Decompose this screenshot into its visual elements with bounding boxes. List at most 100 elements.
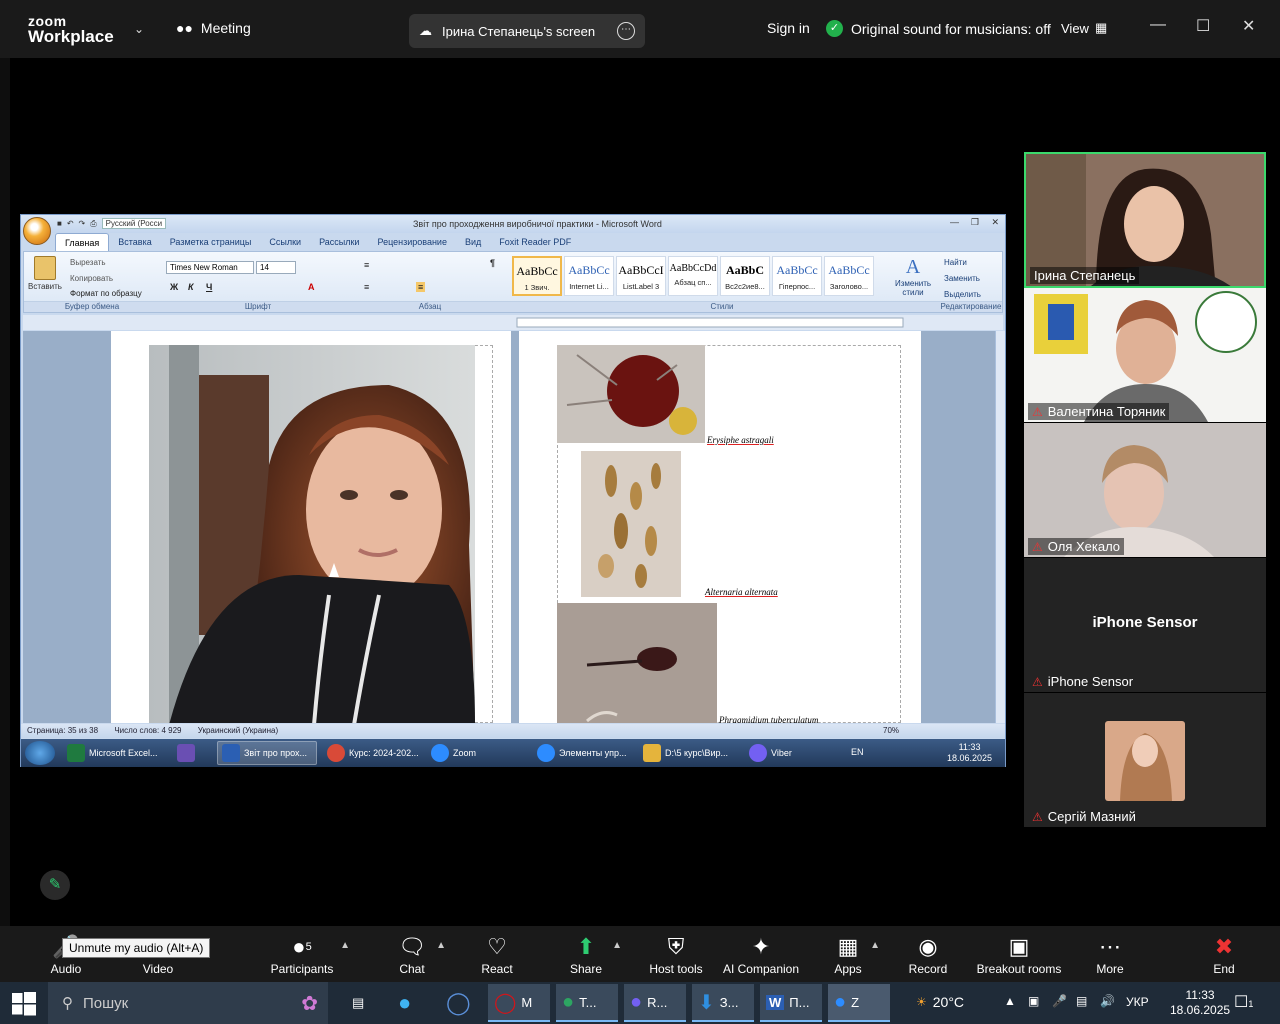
video-tile-serhiy[interactable]: ⚠ Сергій Мазний xyxy=(1024,693,1266,827)
taskbar-app-downloads[interactable]: ⬇ З... xyxy=(692,984,754,1022)
tab-page-layout[interactable]: Разметка страницы xyxy=(161,233,261,251)
word-restore-icon[interactable]: ❐ xyxy=(971,217,979,228)
microphone-icon[interactable]: 🎤 xyxy=(1052,994,1067,1008)
change-styles-button[interactable]: A Изменить стили xyxy=(890,256,936,297)
more-button[interactable]: ⋯ More xyxy=(1092,932,1128,976)
vertical-scrollbar[interactable] xyxy=(995,331,1005,723)
win7-tray-language[interactable]: EN xyxy=(851,747,864,757)
maximize-icon[interactable]: ☐ xyxy=(1196,16,1210,36)
taskbar-viber[interactable]: Viber xyxy=(745,741,841,765)
status-words[interactable]: Число слов: 4 929 xyxy=(114,726,181,735)
font-size-box[interactable]: 14 xyxy=(256,261,296,274)
tab-home[interactable]: Главная xyxy=(55,233,110,251)
browser-icon[interactable]: ◯ xyxy=(440,984,477,1022)
edge-icon[interactable]: ● xyxy=(392,984,417,1022)
caret-up-icon[interactable]: ▲ xyxy=(612,940,622,951)
video-tile-iryna[interactable]: Ірина Степанець xyxy=(1024,152,1266,288)
video-tile-valentyna[interactable]: ⚠ Валентина Торяник xyxy=(1024,288,1266,422)
underline-button[interactable]: Ч xyxy=(206,282,212,292)
taskbar-folder[interactable]: D:\5 курс\Вир... xyxy=(639,741,739,765)
video-tile-olya[interactable]: ⚠ Оля Хекало xyxy=(1024,423,1266,557)
taskbar-app-viber[interactable]: ● R... xyxy=(624,984,686,1022)
more-icon[interactable]: ⋯ xyxy=(617,22,635,40)
style-internet-link[interactable]: AaBbCc Internet Li... xyxy=(564,256,614,296)
redo-icon[interactable]: ↷ xyxy=(79,219,86,228)
word-minimize-icon[interactable]: — xyxy=(950,217,959,227)
weather-widget[interactable]: ☀ 20°C xyxy=(916,994,964,1010)
share-button[interactable]: ⬆ Share ▲ xyxy=(564,932,622,976)
breakout-rooms-button[interactable]: ▣ Breakout rooms xyxy=(974,932,1064,976)
cut-button[interactable]: Вырезать xyxy=(70,258,106,267)
paste-button[interactable]: Вставить xyxy=(28,256,62,291)
view-button[interactable]: View ▦ xyxy=(1061,20,1107,36)
font-name-box[interactable]: Times New Roman xyxy=(166,261,254,274)
tab-references[interactable]: Ссылки xyxy=(260,233,310,251)
italic-button[interactable]: К xyxy=(188,282,194,292)
taskbar-app-zoom[interactable]: ● Z xyxy=(828,984,890,1022)
tray-language[interactable]: УКР xyxy=(1126,995,1149,1009)
print-icon[interactable]: ⎙ xyxy=(90,219,96,229)
select-button[interactable]: Выделить xyxy=(944,290,981,299)
copy-button[interactable]: Копировать xyxy=(70,274,113,283)
sign-in-button[interactable]: Sign in xyxy=(767,20,810,36)
style-heading[interactable]: AaBbCc Заголово... xyxy=(824,256,874,296)
format-painter-button[interactable]: Формат по образцу xyxy=(70,289,142,298)
tab-foxit[interactable]: Foxit Reader PDF xyxy=(490,233,580,251)
taskbar-excel[interactable]: Microsoft Excel... xyxy=(63,741,167,765)
language-box[interactable]: Русский (Росси xyxy=(101,218,167,229)
style-list-paragraph[interactable]: AaBbCcDd Абзац сп... xyxy=(668,256,718,296)
taskbar-app-chrome[interactable]: ● T... xyxy=(556,984,618,1022)
apps-button[interactable]: ▦ Apps ▲ xyxy=(830,932,880,976)
meet-now-icon[interactable]: ▣ xyxy=(1028,994,1039,1008)
taskbar-zoom-controls[interactable]: Элементы упр... xyxy=(533,741,633,765)
word-close-icon[interactable]: ✕ xyxy=(991,217,999,228)
style-listlabel[interactable]: AaBbCcI ListLabel 3 xyxy=(616,256,666,296)
taskbar-zoom[interactable]: Zoom xyxy=(427,741,527,765)
caret-up-icon[interactable]: ▲ xyxy=(436,940,446,951)
minimize-icon[interactable]: — xyxy=(1150,16,1166,34)
style-hyperlink[interactable]: AaBbCc Гіперпос... xyxy=(772,256,822,296)
horizontal-ruler[interactable] xyxy=(23,315,1003,330)
taskbar-search[interactable]: ⚲ Пошук ✿ xyxy=(48,982,328,1024)
chevron-down-icon[interactable]: ⌄ xyxy=(134,22,144,36)
record-button[interactable]: ◉ Record xyxy=(906,932,950,976)
bullets-icon[interactable]: ≡ xyxy=(364,260,369,270)
tab-insert[interactable]: Вставка xyxy=(109,233,160,251)
undo-icon[interactable]: ↶ xyxy=(67,219,74,228)
taskbar-app-opera[interactable]: ◯ M xyxy=(488,984,550,1022)
host-tools-button[interactable]: ⛨ Host tools xyxy=(646,932,706,976)
align-left-icon[interactable]: ≡ xyxy=(364,282,369,292)
status-language[interactable]: Украинский (Украина) xyxy=(198,726,278,735)
chat-button[interactable]: 🗨 Chat ▲ xyxy=(392,932,446,976)
bold-button[interactable]: Ж xyxy=(170,282,178,292)
volume-icon[interactable]: 🔊 xyxy=(1100,994,1115,1008)
clock[interactable]: 11:33 18.06.2025 xyxy=(1170,988,1230,1018)
font-color-button[interactable]: A xyxy=(308,282,315,292)
tab-view[interactable]: Вид xyxy=(456,233,490,251)
task-view-icon[interactable]: ▤ xyxy=(346,984,370,1022)
status-page[interactable]: Страница: 35 из 38 xyxy=(27,726,98,735)
close-icon[interactable]: ✕ xyxy=(1242,16,1255,36)
find-button[interactable]: Найти xyxy=(944,258,967,267)
caret-up-icon[interactable]: ▲ xyxy=(870,940,880,951)
share-status-pill[interactable]: ☁ Ірина Степанець's screen ⋯ xyxy=(409,14,645,48)
annotate-pencil-icon[interactable]: ✎ xyxy=(40,870,70,900)
win7-start-icon[interactable] xyxy=(25,741,55,765)
justify-icon[interactable]: ≡ xyxy=(416,282,426,292)
taskbar-word[interactable]: Звіт про прох... xyxy=(217,741,317,765)
tray-overflow-icon[interactable]: ▲ xyxy=(1004,994,1016,1008)
network-icon[interactable]: ▤ xyxy=(1076,994,1087,1008)
react-button[interactable]: ♡ React xyxy=(476,932,518,976)
taskbar-chrome[interactable]: Курс: 2024-202... xyxy=(323,741,423,765)
style-bc2[interactable]: AaBbC Bс2с2ие8... xyxy=(720,256,770,296)
video-tile-iphone-sensor[interactable]: iPhone Sensor ⚠ iPhone Sensor xyxy=(1024,558,1266,692)
meeting-button[interactable]: ●● Meeting xyxy=(176,20,251,36)
status-zoom[interactable]: 70% xyxy=(883,726,899,735)
taskbar-vs[interactable] xyxy=(173,741,213,765)
tab-mailings[interactable]: Рассылки xyxy=(310,233,368,251)
save-icon[interactable]: ■ xyxy=(57,219,62,228)
document-area[interactable]: Erysiphe astragali Alternaria alternata xyxy=(23,331,995,723)
style-normal[interactable]: AaBbCc 1 Звич. xyxy=(512,256,562,296)
replace-button[interactable]: Заменить xyxy=(944,274,980,283)
ai-companion-button[interactable]: ✦ AI Companion xyxy=(720,932,802,976)
